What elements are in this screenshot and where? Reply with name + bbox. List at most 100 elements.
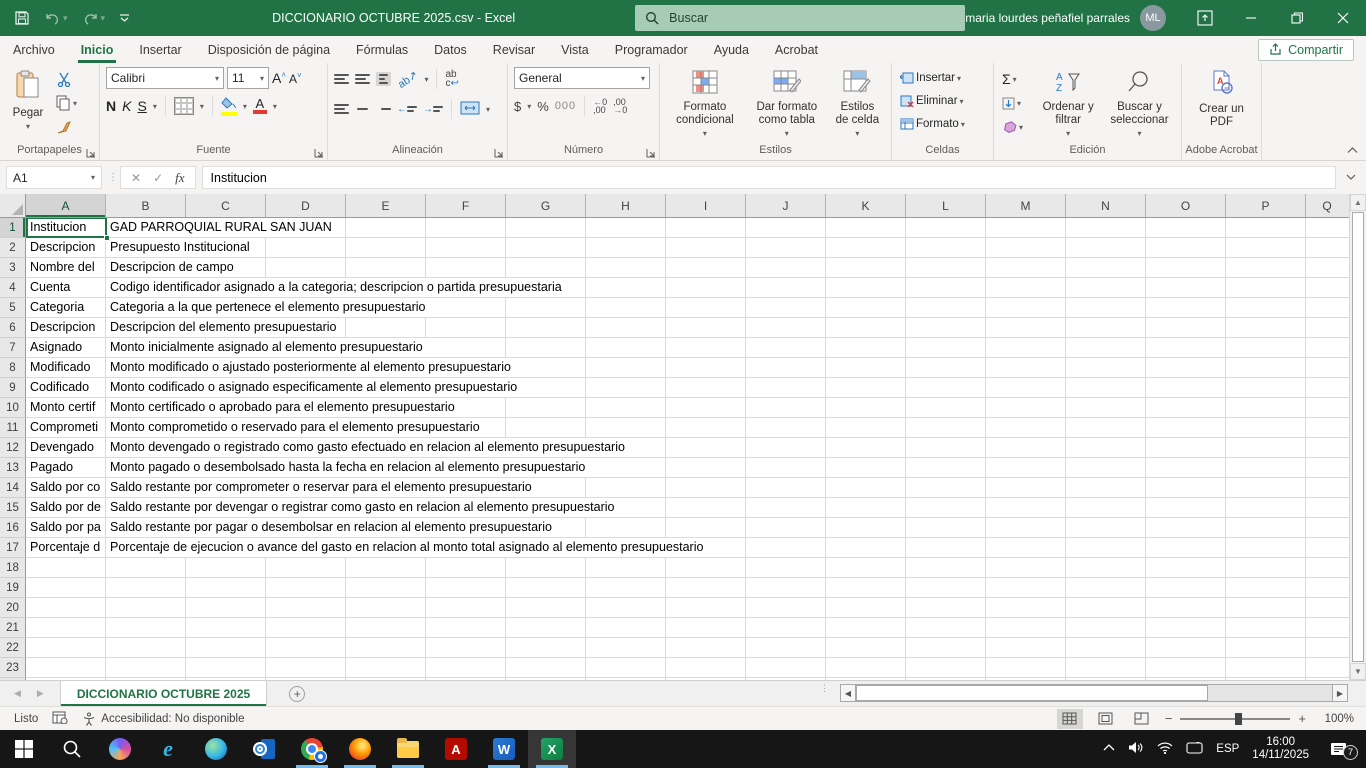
row-cells-23[interactable]: [26, 658, 1366, 678]
taskbar-firefox-icon[interactable]: [336, 730, 384, 768]
clock[interactable]: 16:00 14/11/2025: [1252, 736, 1309, 762]
column-header-a[interactable]: A: [26, 194, 106, 217]
row-header-14[interactable]: 14: [0, 478, 26, 498]
shrink-font-icon[interactable]: A˅: [289, 71, 302, 86]
cell-A3[interactable]: Nombre del: [30, 258, 104, 277]
undo-icon[interactable]: ▾: [44, 11, 68, 25]
format-painter-icon[interactable]: [54, 117, 79, 137]
row-cells-4[interactable]: CuentaCodigo identificador asignado a la…: [26, 278, 1366, 298]
tab-disposici-n-de-p-gina[interactable]: Disposición de página: [195, 36, 343, 63]
zoom-in-icon[interactable]: +: [1298, 711, 1306, 726]
percent-icon[interactable]: %: [537, 99, 549, 114]
scroll-up-icon[interactable]: ▲: [1350, 194, 1366, 211]
row-header-11[interactable]: 11: [0, 418, 26, 438]
align-center-icon[interactable]: [355, 104, 370, 114]
cell-A15[interactable]: Saldo por de: [30, 498, 104, 517]
fill-handle[interactable]: [104, 235, 110, 241]
row-header-16[interactable]: 16: [0, 518, 26, 538]
cell-B16[interactable]: Saldo restante por pagar o desembolsar e…: [110, 518, 555, 537]
cell-B13[interactable]: Monto pagado o desembolsado hasta la fec…: [110, 458, 588, 477]
row-header-23[interactable]: 23: [0, 658, 26, 678]
cell-B7[interactable]: Monto inicialmente asignado al elemento …: [110, 338, 426, 357]
cell-A7[interactable]: Asignado: [30, 338, 104, 357]
cell-A17[interactable]: Porcentaje d: [30, 538, 104, 557]
cell-B2[interactable]: Presupuesto Institucional: [110, 238, 253, 257]
row-cells-21[interactable]: [26, 618, 1366, 638]
cell-B17[interactable]: Porcentaje de ejecucion o avance del gas…: [110, 538, 706, 557]
row-cells-3[interactable]: Nombre delDescripcion de campo: [26, 258, 1366, 278]
cell-A6[interactable]: Descripcion: [30, 318, 104, 337]
cell-B15[interactable]: Saldo restante por devengar o registrar …: [110, 498, 617, 517]
taskbar-chrome-icon[interactable]: [288, 730, 336, 768]
taskbar-file-explorer-icon[interactable]: [384, 730, 432, 768]
tab-vista[interactable]: Vista: [548, 36, 602, 63]
clear-icon[interactable]: ▾: [1000, 117, 1032, 137]
row-header-4[interactable]: 4: [0, 278, 26, 298]
cell-B4[interactable]: Codigo identificador asignado a la categ…: [110, 278, 565, 297]
wifi-icon[interactable]: [1157, 742, 1173, 757]
share-button[interactable]: Compartir: [1258, 39, 1354, 61]
row-cells-19[interactable]: [26, 578, 1366, 598]
zoom-level[interactable]: 100%: [1316, 713, 1354, 725]
comma-style-icon[interactable]: 000: [555, 100, 576, 112]
sheet-prev-icon[interactable]: ◀: [14, 688, 21, 699]
taskbar-excel-icon[interactable]: X: [528, 730, 576, 768]
row-cells-17[interactable]: Porcentaje d Porcentaje de ejecucion o av…: [26, 538, 1366, 558]
avatar[interactable]: ML: [1140, 5, 1166, 31]
format-as-table-button[interactable]: Dar formato como tabla ▾: [748, 67, 826, 143]
tab-programador[interactable]: Programador: [602, 36, 701, 63]
cell-A14[interactable]: Saldo por co: [30, 478, 104, 497]
new-sheet-button[interactable]: +: [285, 681, 309, 706]
fill-color-icon[interactable]: [221, 97, 237, 116]
font-color-icon[interactable]: A: [253, 98, 267, 114]
column-header-k[interactable]: K: [826, 194, 906, 217]
scroll-down-icon[interactable]: ▼: [1350, 663, 1366, 680]
currency-icon[interactable]: $: [514, 99, 521, 114]
scroll-left-icon[interactable]: ◀: [840, 684, 856, 702]
row-header-22[interactable]: 22: [0, 638, 26, 658]
sheet-tab[interactable]: DICCIONARIO OCTUBRE 2025: [60, 681, 267, 706]
ribbon-display-options-icon[interactable]: [1182, 0, 1228, 36]
language-indicator[interactable]: ESP: [1216, 743, 1239, 755]
column-header-g[interactable]: G: [506, 194, 586, 217]
confirm-entry-icon[interactable]: ✓: [153, 171, 163, 185]
cell-A8[interactable]: Modificado: [30, 358, 104, 377]
align-right-icon[interactable]: [376, 104, 391, 114]
insert-function-icon[interactable]: fx: [175, 170, 184, 186]
sheet-next-icon[interactable]: ▶: [37, 688, 44, 699]
column-header-b[interactable]: B: [106, 194, 186, 217]
zoom-thumb[interactable]: [1235, 713, 1242, 725]
page-break-view-icon[interactable]: [1129, 709, 1155, 729]
tab-datos[interactable]: Datos: [421, 36, 480, 63]
row-cells-13[interactable]: Pagado Monto pagado o desembolsado hasta …: [26, 458, 1366, 478]
column-header-h[interactable]: H: [586, 194, 666, 217]
number-format-combo[interactable]: General▾: [514, 67, 650, 89]
cell-B12[interactable]: Monto devengado o registrado como gasto …: [110, 438, 628, 457]
cell-B11[interactable]: Monto comprometido o reservado para el e…: [110, 418, 483, 437]
tray-chevron-icon[interactable]: [1103, 743, 1115, 755]
cell-A16[interactable]: Saldo por pa: [30, 518, 104, 537]
save-icon[interactable]: [14, 10, 30, 26]
row-cells-11[interactable]: ComprometiMonto comprometido o reservado…: [26, 418, 1366, 438]
row-header-7[interactable]: 7: [0, 338, 26, 358]
restore-button[interactable]: [1274, 0, 1320, 36]
cell-styles-button[interactable]: Estilos de celda ▾: [830, 67, 885, 143]
tab-ayuda[interactable]: Ayuda: [701, 36, 762, 63]
wrap-text-icon[interactable]: abc↩: [445, 70, 458, 88]
cell-B5[interactable]: Categoria a la que pertenece el elemento…: [110, 298, 429, 317]
cell-A2[interactable]: Descripcion: [30, 238, 104, 257]
taskbar-word-icon[interactable]: W: [480, 730, 528, 768]
orientation-icon[interactable]: ab↗: [395, 68, 420, 91]
italic-icon[interactable]: K: [122, 98, 131, 114]
column-header-n[interactable]: N: [1066, 194, 1146, 217]
font-name-combo[interactable]: Calibri▾: [106, 67, 224, 89]
page-layout-view-icon[interactable]: [1093, 709, 1119, 729]
cell-A13[interactable]: Pagado: [30, 458, 104, 477]
macro-record-icon[interactable]: [52, 711, 68, 727]
tab-inicio[interactable]: Inicio: [68, 36, 127, 63]
align-bottom-icon[interactable]: [376, 72, 391, 86]
align-left-icon[interactable]: [334, 104, 349, 114]
row-cells-1[interactable]: InstitucionGAD PARROQUIAL RURAL SAN JUAN: [26, 218, 1366, 238]
row-header-21[interactable]: 21: [0, 618, 26, 638]
cut-icon[interactable]: [54, 69, 79, 89]
